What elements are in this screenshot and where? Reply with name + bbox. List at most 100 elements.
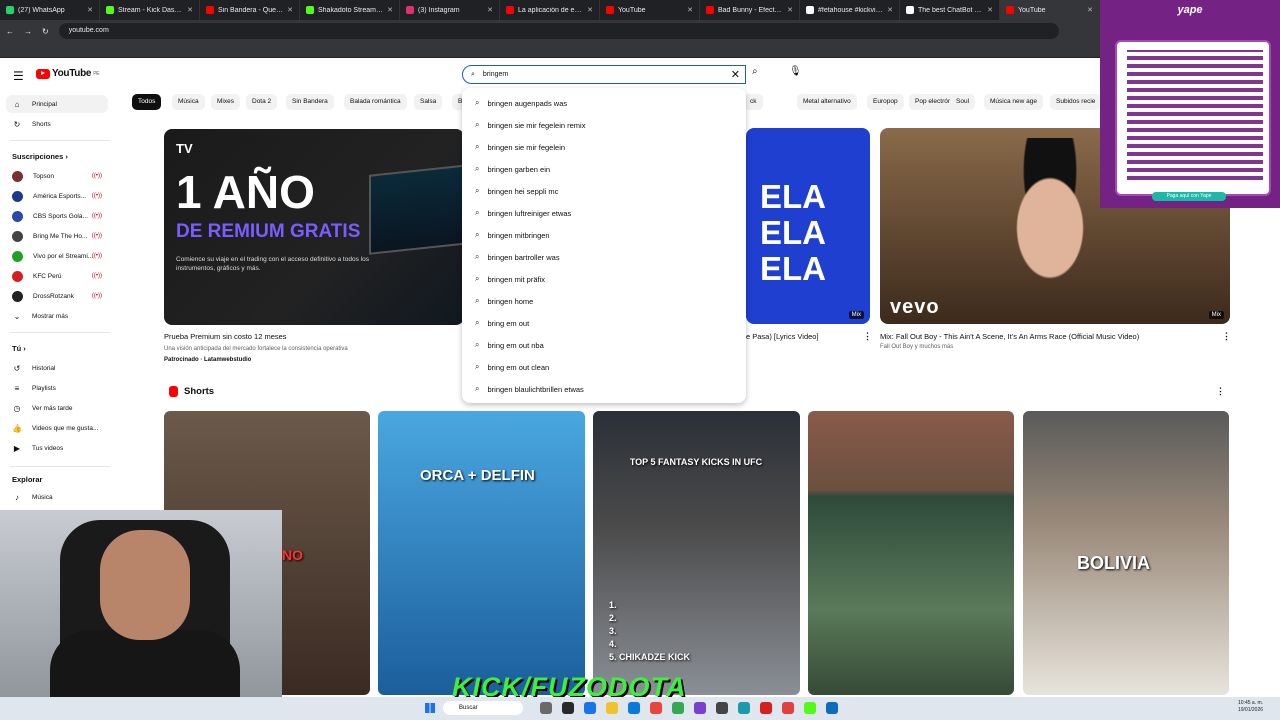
filter-chip[interactable]: Mixes bbox=[211, 94, 240, 110]
sidebar-item-you[interactable]: ▶ Tus videos bbox=[6, 439, 108, 457]
browser-tab[interactable]: YouTube ✕ bbox=[600, 0, 700, 20]
close-tab-icon[interactable]: ✕ bbox=[287, 6, 293, 14]
video-title[interactable]: Prueba Premium sin costo 12 meses bbox=[164, 332, 287, 341]
url-field[interactable]: youtube.com bbox=[58, 23, 1059, 39]
taskbar-app-icon[interactable] bbox=[804, 702, 816, 714]
more-options-icon[interactable]: ⋮ bbox=[1222, 331, 1231, 342]
close-tab-icon[interactable]: ✕ bbox=[87, 6, 93, 14]
subscriptions-header[interactable]: Suscripciones › bbox=[12, 152, 68, 161]
suggestion-item[interactable]: ⌕ bringen sie mir fegelein bbox=[462, 136, 746, 158]
filter-chip[interactable]: Europop bbox=[867, 94, 904, 110]
suggestion-item[interactable]: ⌕ bring em out clean bbox=[462, 356, 746, 378]
suggestion-item[interactable]: ⌕ bringen augenpads was bbox=[462, 92, 746, 114]
sidebar-item-subscription[interactable]: Bring Me The Ho... ((•)) bbox=[6, 227, 108, 245]
youtube-logo[interactable]: YouTube PE bbox=[36, 68, 100, 79]
short-thumbnail[interactable] bbox=[808, 411, 1014, 695]
suggestion-item[interactable]: ⌕ bring em out nba bbox=[462, 334, 746, 356]
sidebar-item-you[interactable]: ↺ Historial bbox=[6, 359, 108, 377]
taskbar-app-icon[interactable] bbox=[628, 702, 640, 714]
suggestion-item[interactable]: ⌕ bringen mit präfix bbox=[462, 268, 746, 290]
sidebar-item-you[interactable]: 👍 Videos que me gusta... bbox=[6, 419, 108, 437]
close-tab-icon[interactable]: ✕ bbox=[487, 6, 493, 14]
browser-tab[interactable]: YouTube ✕ bbox=[1000, 0, 1100, 20]
sidebar-show-more[interactable]: ⌄ Mostrar más bbox=[6, 307, 108, 325]
video-thumbnail-ad[interactable]: TV 1 AÑO DE REMIUM GRATIS Comience su vi… bbox=[164, 129, 464, 325]
close-tab-icon[interactable]: ✕ bbox=[787, 6, 793, 14]
forward-icon[interactable]: → bbox=[24, 27, 32, 36]
filter-chip[interactable]: Dota 2 bbox=[246, 94, 278, 110]
sidebar-item-subscription[interactable]: Vivo por el Streami... ((•)) bbox=[6, 247, 108, 265]
browser-tab[interactable]: (3) Instagram ✕ bbox=[400, 0, 500, 20]
browser-tab[interactable]: Sin Bandera - Que Lloro (✕ bbox=[200, 0, 300, 20]
suggestion-item[interactable]: ⌕ bringen bartroller was bbox=[462, 246, 746, 268]
sidebar-item-music[interactable]: ♪ Música bbox=[6, 488, 108, 506]
sidebar-item-home[interactable]: ⌂ Principal bbox=[6, 95, 108, 113]
suggestion-item[interactable]: ⌕ bringen hei seppli mc bbox=[462, 180, 746, 202]
close-tab-icon[interactable]: ✕ bbox=[987, 6, 993, 14]
reload-icon[interactable]: ↻ bbox=[42, 27, 49, 36]
taskbar-app-icon[interactable] bbox=[826, 702, 838, 714]
filter-chip[interactable]: Música new age bbox=[984, 94, 1043, 110]
suggestion-item[interactable]: ⌕ bringen sie mir fegelein remix bbox=[462, 114, 746, 136]
suggestion-item[interactable]: ⌕ bring em out bbox=[462, 312, 746, 334]
suggestion-item[interactable]: ⌕ bringen luftreiniger etwas bbox=[462, 202, 746, 224]
more-options-icon[interactable]: ⋮ bbox=[863, 331, 872, 342]
video-thumbnail-lyrics[interactable]: ELA ELA ELA Mix bbox=[746, 128, 870, 324]
browser-tab[interactable]: Shakadoto Stream - Watch ✕ bbox=[300, 0, 400, 20]
search-input[interactable]: bringem bbox=[483, 71, 508, 78]
browser-tab[interactable]: The best ChatBot and Wid ✕ bbox=[900, 0, 1000, 20]
more-options-icon[interactable]: ⋮ bbox=[1216, 386, 1225, 397]
close-tab-icon[interactable]: ✕ bbox=[587, 6, 593, 14]
filter-chip[interactable]: Música bbox=[172, 94, 205, 110]
browser-tab[interactable]: #fetahouse #kickviralclip✕ bbox=[800, 0, 900, 20]
taskbar-app-icon[interactable] bbox=[650, 702, 662, 714]
microphone-icon[interactable]: 🎙 bbox=[789, 66, 802, 77]
video-title[interactable]: Mix: Fall Out Boy - This Ain't A Scene, … bbox=[880, 332, 1139, 341]
close-tab-icon[interactable]: ✕ bbox=[1087, 6, 1093, 14]
browser-tab[interactable]: Stream - Kick Dashboard ✕ bbox=[100, 0, 200, 20]
sidebar-item-you[interactable]: ≡ Playlists bbox=[6, 379, 108, 397]
short-thumbnail[interactable]: ORCA + DELFIN bbox=[378, 411, 585, 695]
sidebar-item-subscription[interactable]: Topson ((•)) bbox=[6, 167, 108, 185]
filter-chip[interactable]: ck bbox=[744, 94, 763, 110]
sidebar-item-subscription[interactable]: KFC Perú ((•)) bbox=[6, 267, 108, 285]
clear-search-icon[interactable]: ✕ bbox=[731, 68, 740, 81]
filter-chip[interactable]: Todos bbox=[132, 94, 162, 110]
close-tab-icon[interactable]: ✕ bbox=[387, 6, 393, 14]
suggestion-item[interactable]: ⌕ bringen blaulichtbrillen etwas bbox=[462, 378, 746, 400]
taskbar-app-icon[interactable] bbox=[584, 702, 596, 714]
taskbar-app-icon[interactable] bbox=[760, 702, 772, 714]
sidebar-item-subscription[interactable]: DrossRotzank ((•)) bbox=[6, 287, 108, 305]
taskbar-app-icon[interactable] bbox=[672, 702, 684, 714]
sidebar-item-subscription[interactable]: América Esports... ((•)) bbox=[6, 187, 108, 205]
filter-chip[interactable]: Metal alternativo bbox=[797, 94, 857, 110]
short-thumbnail[interactable]: BOLIVIA bbox=[1023, 411, 1229, 695]
back-icon[interactable]: ← bbox=[6, 27, 14, 36]
taskbar-search[interactable]: Buscar bbox=[443, 701, 523, 715]
filter-chip[interactable]: Sin Bandera bbox=[286, 94, 334, 110]
taskbar-app-icon[interactable] bbox=[694, 702, 706, 714]
sidebar-item-shorts[interactable]: ↻ Shorts bbox=[6, 115, 108, 133]
you-header[interactable]: Tú › bbox=[12, 344, 26, 353]
filter-chip[interactable]: Subidos recie bbox=[1050, 94, 1102, 110]
taskbar-app-icon[interactable] bbox=[738, 702, 750, 714]
browser-tab[interactable]: Bad Bunny - Efecto (360° ✕ bbox=[700, 0, 800, 20]
system-clock[interactable]: 10:45 a. m. 19/01/2026 bbox=[1238, 700, 1263, 714]
taskbar-app-icon[interactable] bbox=[716, 702, 728, 714]
sidebar-item-subscription[interactable]: CBS Sports Golа... ((•)) bbox=[6, 207, 108, 225]
browser-tab[interactable]: (27) WhatsApp ✕ bbox=[0, 0, 100, 20]
suggestion-item[interactable]: ⌕ bringen home bbox=[462, 290, 746, 312]
filter-chip[interactable]: Soul bbox=[950, 94, 976, 110]
filter-chip[interactable]: Salsa bbox=[414, 94, 443, 110]
filter-chip[interactable]: Balada romántica bbox=[344, 94, 407, 110]
short-thumbnail[interactable]: TOP 5 FANTASY KICKS IN UFC 1. 2. 3. 4. 5… bbox=[593, 411, 800, 695]
suggestion-item[interactable]: ⌕ bringen garben ein bbox=[462, 158, 746, 180]
close-tab-icon[interactable]: ✕ bbox=[687, 6, 693, 14]
browser-tab[interactable]: La aplicación de escritorio ✕ bbox=[500, 0, 600, 20]
search-button-icon[interactable]: ⌕ bbox=[752, 66, 758, 77]
windows-start-icon[interactable] bbox=[425, 703, 435, 713]
suggestion-item[interactable]: ⌕ bringen mitbringen bbox=[462, 224, 746, 246]
video-title[interactable]: e Pasa) [Lyrics Video] bbox=[746, 332, 819, 341]
close-tab-icon[interactable]: ✕ bbox=[187, 6, 193, 14]
taskbar-app-icon[interactable] bbox=[540, 702, 552, 714]
